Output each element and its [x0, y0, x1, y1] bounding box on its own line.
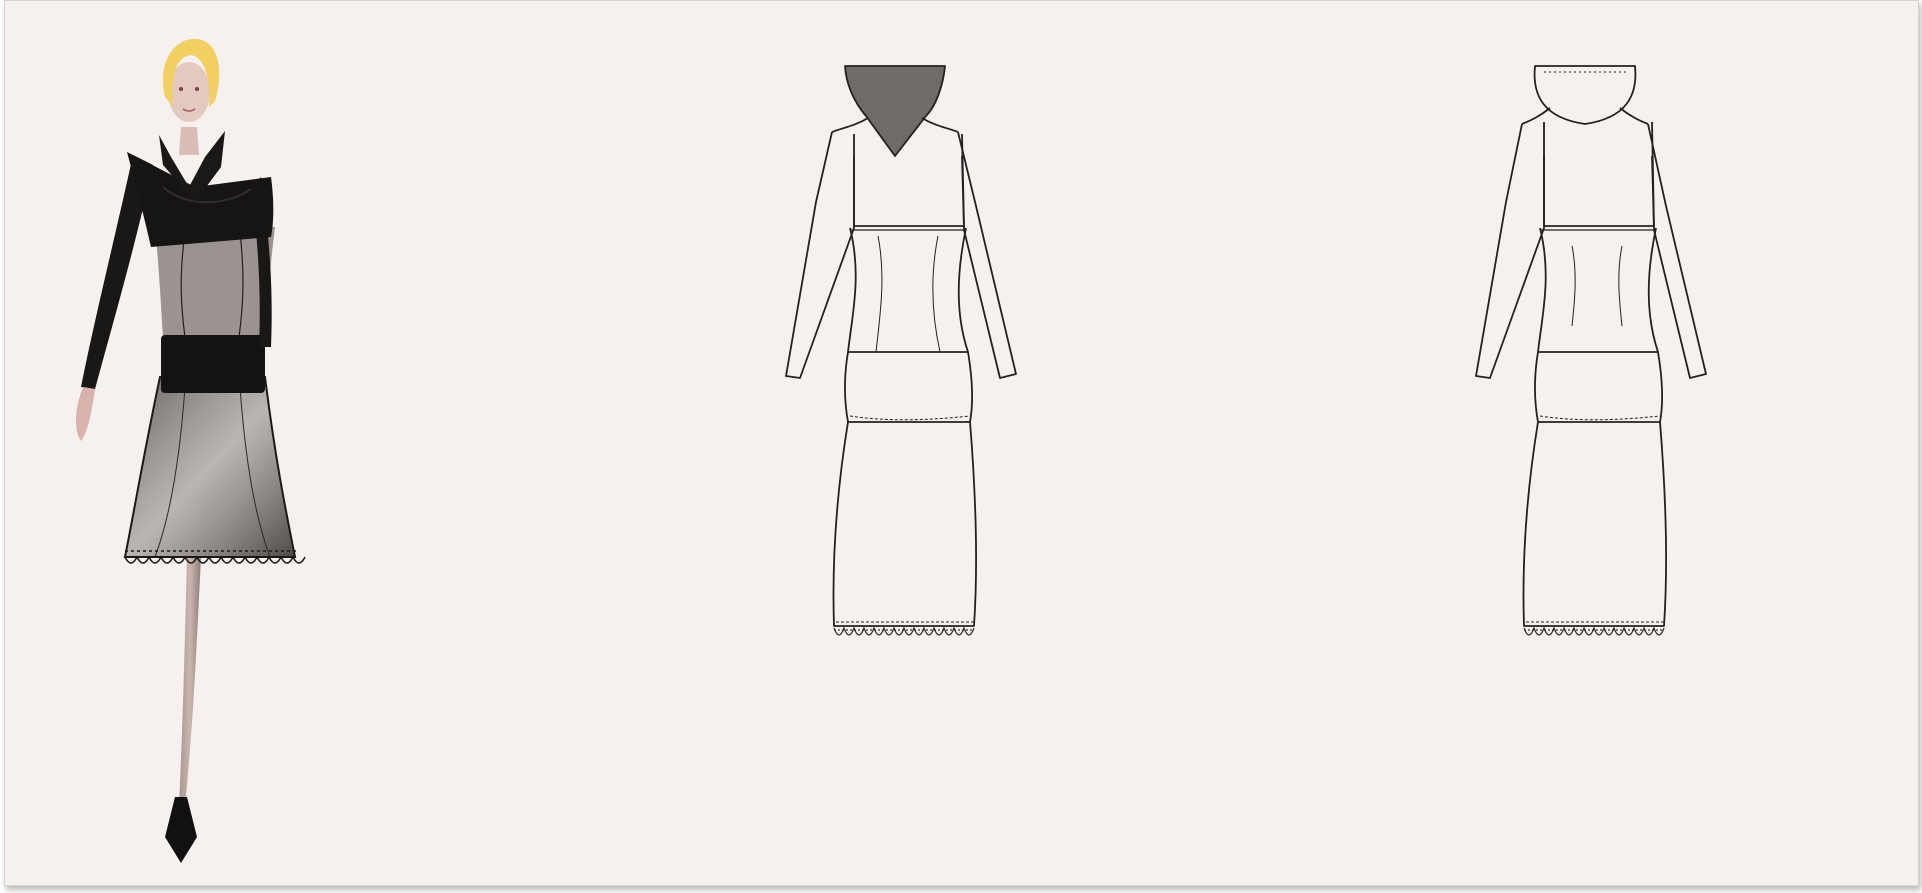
- hip-band: [1534, 351, 1664, 423]
- lace-hem: [833, 626, 975, 636]
- flat-sketch-front-drawing: [785, 65, 1017, 636]
- torso: [847, 227, 969, 353]
- skirt: [832, 421, 977, 627]
- hand: [75, 387, 95, 441]
- left-sleeve: [1475, 123, 1545, 379]
- right-sleeve: [957, 131, 1017, 379]
- funnel-collar: [1533, 65, 1637, 125]
- hip-band: [844, 351, 974, 423]
- bodice: [853, 133, 965, 227]
- flat-sketch-back-drawing: [1475, 65, 1707, 636]
- neck: [179, 127, 199, 155]
- leg: [179, 557, 201, 807]
- lace-hem: [1523, 626, 1665, 636]
- left-sleeve: [785, 131, 855, 379]
- fashion-illustration: [75, 37, 315, 873]
- flat-sketch-back: [1440, 56, 1730, 646]
- sheer-skirt: [123, 376, 297, 558]
- right-sleeve: [1647, 123, 1707, 379]
- design-sheet: [4, 0, 1919, 886]
- flat-sketch-front: [750, 56, 1040, 646]
- bodice: [1543, 121, 1655, 227]
- collar-shade: [844, 65, 946, 157]
- shorts-panel: [161, 335, 265, 393]
- shoe: [165, 797, 197, 863]
- torso: [1537, 227, 1659, 353]
- skirt: [1522, 421, 1667, 627]
- figure-drawing: [75, 38, 306, 863]
